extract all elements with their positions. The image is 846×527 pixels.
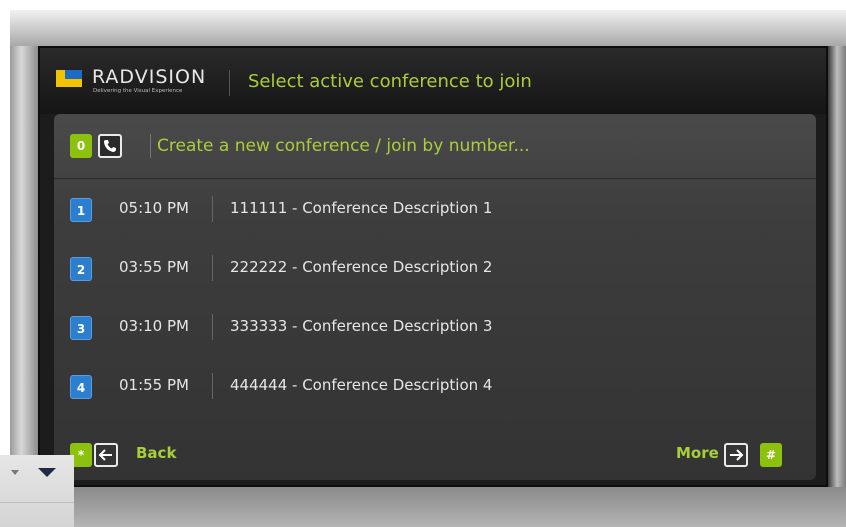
back-arrow-icon bbox=[94, 443, 118, 467]
back-label: Back bbox=[136, 444, 177, 462]
screen-footer: * Back More # bbox=[54, 430, 816, 480]
row-divider bbox=[212, 314, 213, 340]
row-divider bbox=[212, 255, 213, 281]
new-conference-divider bbox=[150, 134, 151, 158]
conference-screen: RADVISION Delivering the Visual Experien… bbox=[38, 46, 828, 487]
conference-description: 333333 - Conference Description 3 bbox=[230, 317, 493, 335]
forward-arrow-icon bbox=[724, 443, 748, 467]
conference-description: 111111 - Conference Description 1 bbox=[230, 199, 493, 217]
screen-header: RADVISION Delivering the Visual Experien… bbox=[40, 48, 826, 114]
phone-icon bbox=[98, 134, 122, 158]
key-1-badge: 1 bbox=[70, 198, 92, 222]
conference-row-4[interactable]: 4 01:55 PM 444444 - Conference Descripti… bbox=[54, 357, 816, 416]
more-label: More bbox=[676, 444, 719, 462]
new-conference-label: Create a new conference / join by number… bbox=[157, 136, 530, 156]
bezel-bottom bbox=[10, 487, 846, 527]
conference-row-1[interactable]: 1 05:10 PM 111111 - Conference Descripti… bbox=[54, 180, 816, 239]
conference-time: 03:10 PM bbox=[119, 317, 189, 335]
bezel-right bbox=[828, 46, 846, 487]
key-4-badge: 4 bbox=[70, 375, 92, 399]
dropdown-arrow-icon[interactable] bbox=[38, 468, 56, 477]
conference-row-2[interactable]: 2 03:55 PM 222222 - Conference Descripti… bbox=[54, 239, 816, 298]
row-divider bbox=[212, 196, 213, 222]
header-divider bbox=[229, 70, 230, 96]
conference-time: 03:55 PM bbox=[119, 258, 189, 276]
desktop-widget bbox=[0, 455, 74, 527]
conference-time: 05:10 PM bbox=[119, 199, 189, 217]
bezel-top bbox=[10, 10, 846, 46]
key-0-badge: 0 bbox=[70, 134, 92, 158]
conference-description: 444444 - Conference Description 4 bbox=[230, 376, 493, 394]
radvision-logo-icon bbox=[56, 70, 82, 87]
bezel-left bbox=[10, 46, 38, 487]
key-2-badge: 2 bbox=[70, 257, 92, 281]
conference-row-3[interactable]: 3 03:10 PM 333333 - Conference Descripti… bbox=[54, 298, 816, 357]
page-title: Select active conference to join bbox=[248, 71, 532, 92]
brand-tagline: Delivering the Visual Experience bbox=[93, 88, 183, 94]
conference-panel: 0 Create a new conference / join by numb… bbox=[54, 114, 816, 480]
brand-name: RADVISION bbox=[92, 66, 207, 88]
small-dropdown-icon[interactable] bbox=[11, 470, 19, 475]
conference-description: 222222 - Conference Description 2 bbox=[230, 258, 493, 276]
conference-time: 01:55 PM bbox=[119, 376, 189, 394]
widget-divider bbox=[0, 502, 74, 503]
key-3-badge: 3 bbox=[70, 316, 92, 340]
hash-key-badge: # bbox=[760, 443, 782, 467]
row-divider bbox=[212, 373, 213, 399]
new-conference-row[interactable]: 0 Create a new conference / join by numb… bbox=[54, 114, 816, 179]
